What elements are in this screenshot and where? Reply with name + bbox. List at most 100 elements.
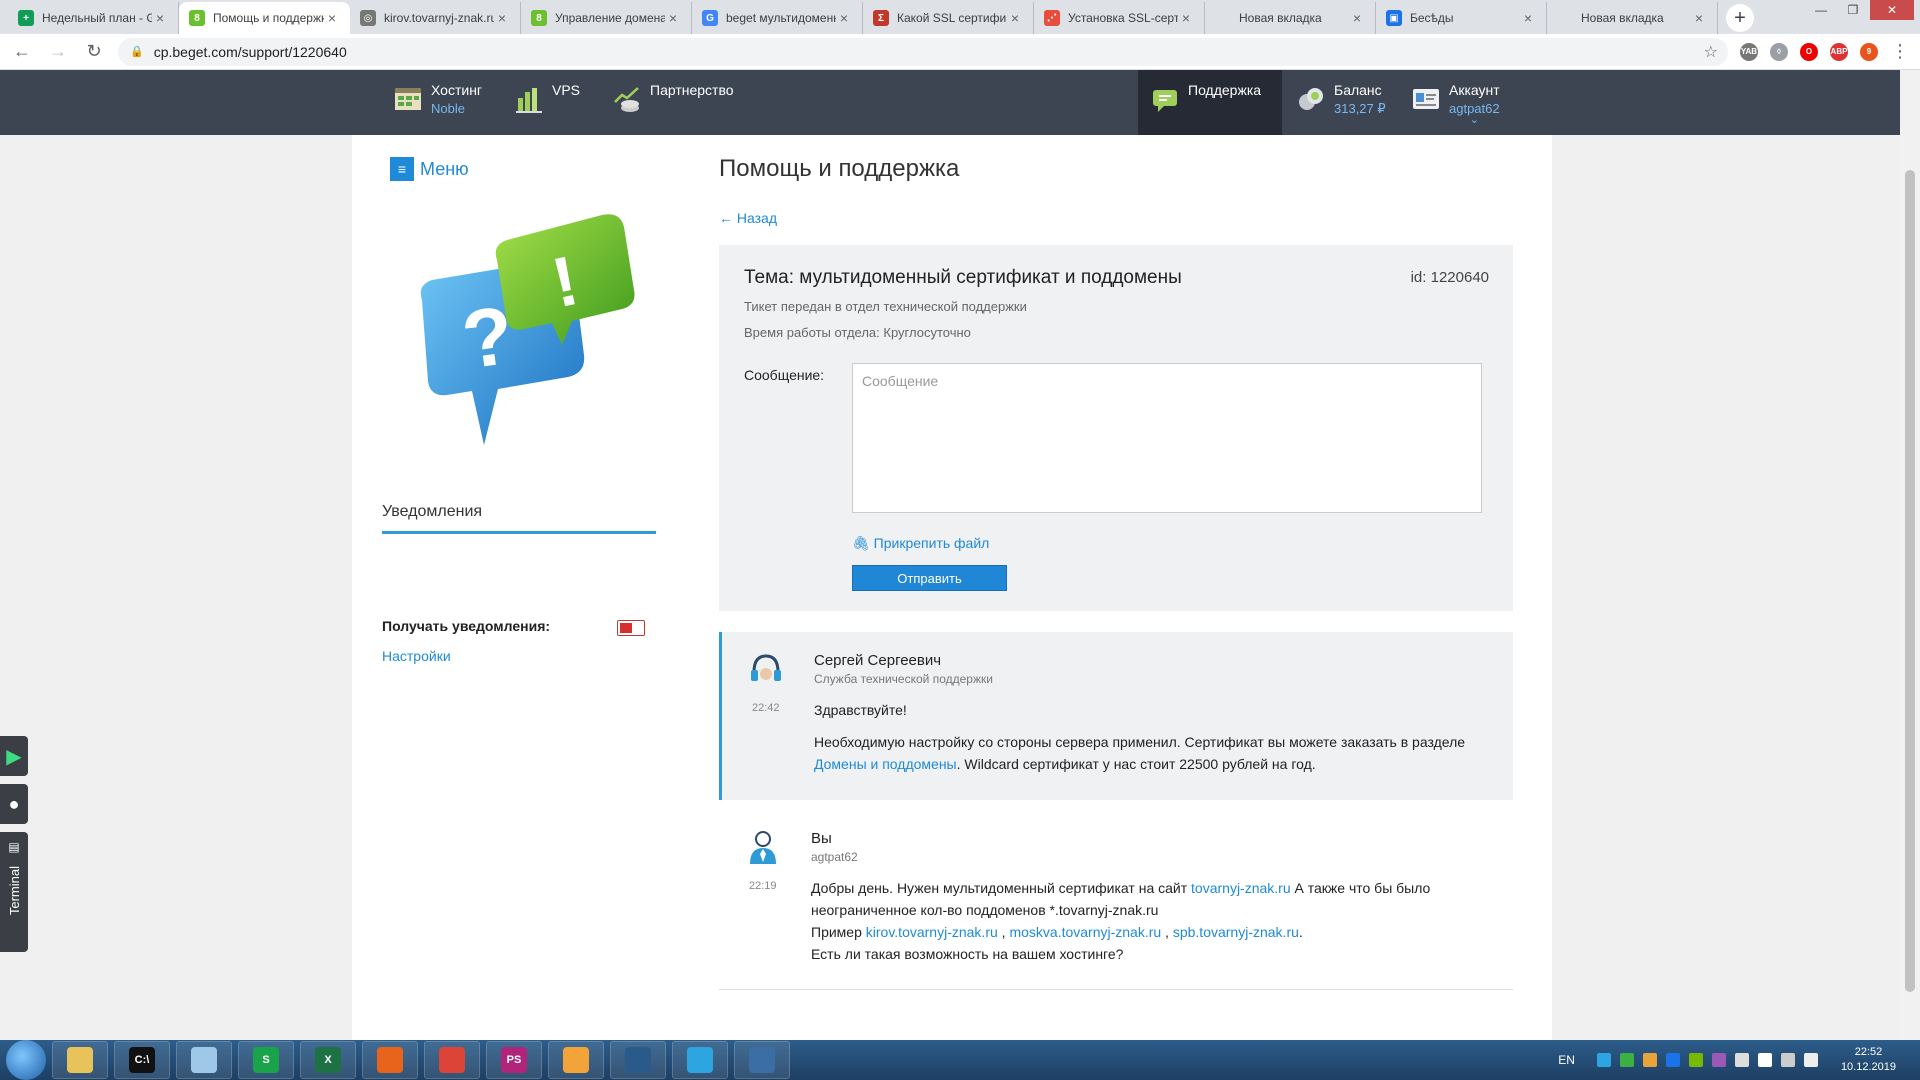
settings-link[interactable]: Настройки (382, 648, 451, 664)
tab-title: beget мультидоменный (726, 11, 836, 25)
browser-tab[interactable]: Σ Какой SSL сертификат× (863, 2, 1034, 34)
cmd-icon[interactable]: C:\ (114, 1041, 170, 1079)
nav-vps[interactable]: VPS (514, 70, 580, 135)
account-caret-icon[interactable]: ⌄ (1449, 115, 1500, 126)
back-arrow-icon[interactable]: ← (8, 38, 36, 66)
extension-adblock-icon[interactable]: ABP (1830, 42, 1848, 61)
browser-menu-icon[interactable]: ⋮ (1886, 38, 1914, 66)
explorer-icon[interactable] (52, 1041, 108, 1079)
top-navigation: Хостинг Noble VPS Партнерство Поддержка Б… (0, 70, 1900, 135)
dock-play-button[interactable]: ▶ (0, 736, 28, 776)
extension-badge-icon[interactable]: 9 (1860, 42, 1878, 61)
chat-icon: ▣ (1386, 10, 1402, 26)
scrollbar-thumb[interactable] (1905, 170, 1915, 992)
tab-close-icon[interactable]: × (836, 10, 852, 26)
tab-close-icon[interactable]: × (1691, 10, 1707, 26)
new-tab-button[interactable]: + (1726, 4, 1754, 32)
toggle-knob (620, 623, 632, 633)
tray-feather-icon[interactable] (1711, 1053, 1726, 1067)
nav-partnership-label: Партнерство (650, 82, 734, 98)
nav-partnership[interactable]: Партнерство (612, 70, 734, 135)
subdomain-link[interactable]: kirov.tovarnyj-znak.ru (866, 924, 998, 940)
address-bar[interactable]: 🔒 cp.beget.com/support/1220640 ☆ (118, 37, 1728, 66)
mysql-icon[interactable] (610, 1041, 666, 1079)
tray-action-center-icon[interactable] (1757, 1053, 1772, 1067)
subdomain-link[interactable]: moskva.tovarnyj-znak.ru (1009, 924, 1161, 940)
tab-close-icon[interactable]: × (1349, 10, 1365, 26)
maximize-button[interactable]: ❐ (1838, 0, 1868, 20)
tab-close-icon[interactable]: × (152, 10, 168, 26)
tray-telegram-icon[interactable] (1596, 1053, 1611, 1067)
domains-link[interactable]: Домены и поддомены (814, 756, 957, 772)
message-text: , (1161, 924, 1173, 940)
language-indicator[interactable]: EN (1558, 1053, 1575, 1067)
browser-tab[interactable]: 8 Управление доменами× (521, 2, 692, 34)
headset-icon (751, 654, 781, 681)
tab-close-icon[interactable]: × (665, 10, 681, 26)
message-label: Сообщение: (744, 367, 825, 383)
nav-support[interactable]: Поддержка (1138, 70, 1282, 135)
bookmark-star-icon[interactable]: ☆ (1704, 42, 1718, 62)
menu-button[interactable]: ≡ Меню (390, 157, 469, 181)
tray-nvidia-icon[interactable] (1688, 1053, 1703, 1067)
account-card-icon (1413, 89, 1439, 109)
nav-account[interactable]: Аккаунт agtpat62 ⌄ (1411, 70, 1500, 135)
network-icon[interactable] (734, 1041, 790, 1079)
nav-vps-label: VPS (552, 82, 581, 98)
message-textarea[interactable] (852, 363, 1482, 513)
minimize-button[interactable]: — (1806, 0, 1836, 20)
extension-yab-icon[interactable]: YAB (1740, 42, 1758, 61)
nav-hosting[interactable]: Хостинг Noble (393, 70, 482, 135)
notes-icon[interactable] (176, 1041, 232, 1079)
back-link[interactable]: ← Назад (719, 210, 777, 226)
browser-tab[interactable]: + Недельный план - Google× (8, 2, 179, 34)
picasa-icon[interactable] (548, 1041, 604, 1079)
tab-close-icon[interactable]: × (1520, 10, 1536, 26)
browser-tab[interactable]: ▣ Бесѣды × (1376, 2, 1547, 34)
close-window-button[interactable]: ✕ (1870, 0, 1914, 20)
start-button[interactable] (6, 1040, 46, 1080)
clock[interactable]: 22:52 10.12.2019 (1841, 1045, 1896, 1075)
browser-tab[interactable]: 8 Помощь и поддержка × (179, 2, 350, 34)
clock-time: 22:52 (1854, 1046, 1883, 1058)
site-link[interactable]: tovarnyj-znak.ru (1191, 880, 1291, 896)
browser-toolbar: ← → ↻ 🔒 cp.beget.com/support/1220640 ☆ Y… (0, 34, 1920, 70)
forward-arrow-icon[interactable]: → (44, 38, 72, 66)
attach-file-link[interactable]: 🖇 Прикрепить файл (852, 535, 989, 552)
phpstorm-icon[interactable]: PS (486, 1041, 542, 1079)
tab-close-icon[interactable]: × (324, 10, 340, 26)
firefox-icon[interactable] (362, 1041, 418, 1079)
tray-signal-icon[interactable] (1780, 1053, 1795, 1067)
subdomain-link[interactable]: spb.tovarnyj-znak.ru (1173, 924, 1299, 940)
extension-opera-icon[interactable]: O (1800, 42, 1818, 61)
tab-close-icon[interactable]: × (1007, 10, 1023, 26)
page-scrollbar[interactable] (1900, 70, 1920, 1040)
excel-icon[interactable]: X (300, 1041, 356, 1079)
taskbar-app-label (191, 1047, 217, 1073)
tray-network-icon[interactable] (1734, 1053, 1749, 1067)
browser-tab[interactable]: Новая вкладка × (1205, 2, 1376, 34)
notifications-toggle[interactable] (617, 620, 645, 636)
extension-shield-icon[interactable]: ◊ (1770, 42, 1788, 61)
tray-flag-icon[interactable] (1619, 1053, 1634, 1067)
telegram-icon[interactable] (672, 1041, 728, 1079)
browser-tab[interactable]: ⋰ Установка SSL-сертификата× (1034, 2, 1205, 34)
browser-tab[interactable]: ◎ kirov.tovarnyj-znak.ru × (350, 2, 521, 34)
tab-close-icon[interactable]: × (494, 10, 510, 26)
skype-icon[interactable]: S (238, 1041, 294, 1079)
send-button[interactable]: Отправить (852, 565, 1007, 591)
tab-close-icon[interactable]: × (1178, 10, 1194, 26)
browser-tab[interactable]: Новая вкладка × (1547, 2, 1718, 34)
tray-dropbox-icon[interactable] (1665, 1053, 1680, 1067)
reload-icon[interactable]: ↻ (80, 38, 108, 66)
taskbar-app-label (67, 1047, 93, 1073)
taskbar-app-label (625, 1047, 651, 1073)
dock-terminal-button[interactable]: ▤ Terminal (0, 832, 28, 952)
chrome-icon[interactable] (424, 1041, 480, 1079)
nav-balance[interactable]: Баланс 313,27 ₽ (1296, 70, 1386, 135)
tray-tool-icon[interactable] (1642, 1053, 1657, 1067)
message-line: Добры день. Нужен мультидоменный сертифи… (811, 877, 1491, 921)
browser-tab[interactable]: Gbeget мультидоменный× (692, 2, 863, 34)
tray-volume-icon[interactable] (1803, 1053, 1818, 1067)
dock-apple-button[interactable]: ● (0, 784, 28, 824)
